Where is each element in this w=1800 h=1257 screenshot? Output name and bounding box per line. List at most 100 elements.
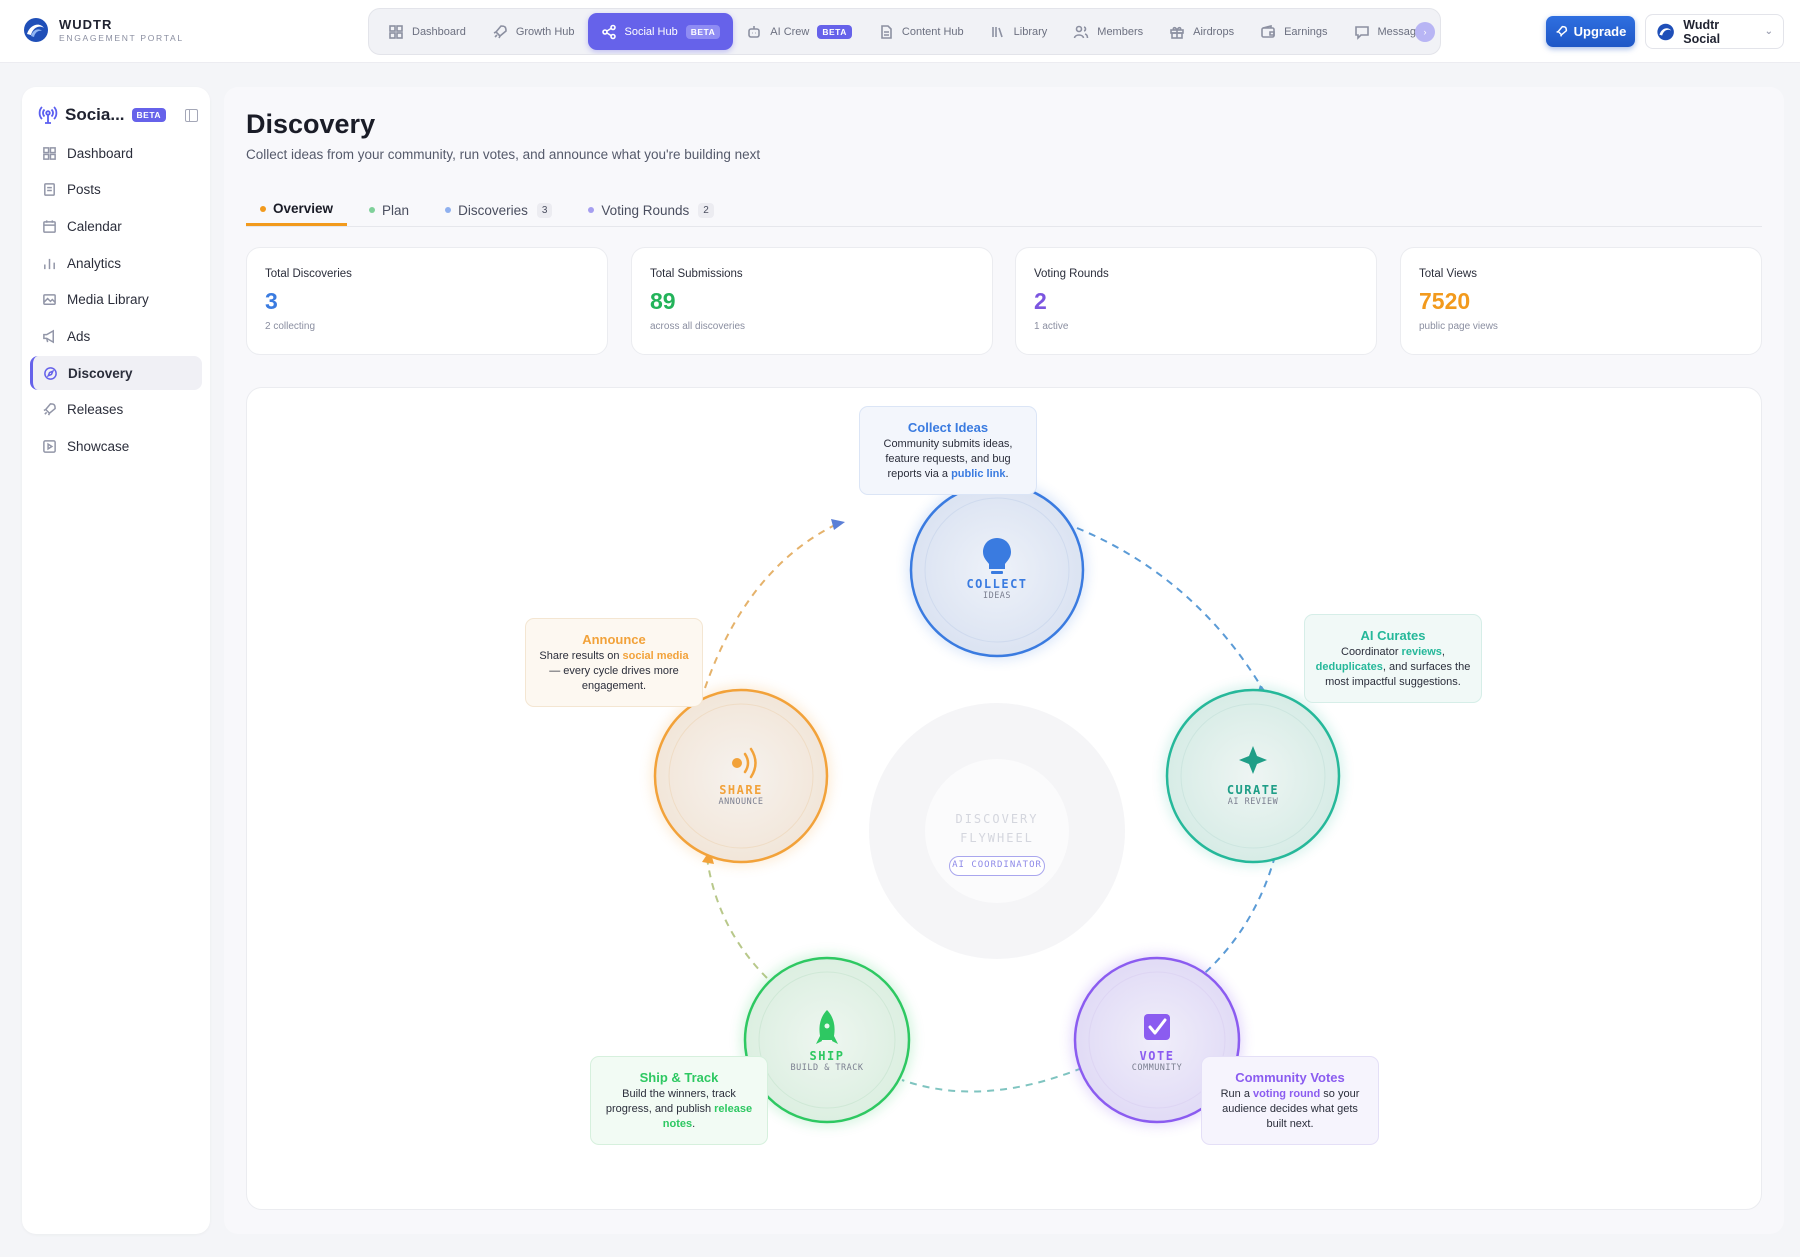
node-title: COLLECT bbox=[966, 577, 1028, 591]
stat-sub: across all discoveries bbox=[650, 321, 746, 332]
rocket-icon bbox=[43, 403, 56, 416]
sidebar-item-showcase[interactable]: Showcase bbox=[30, 430, 202, 464]
stat-value: 7520 bbox=[1419, 288, 1471, 314]
tab-dot bbox=[588, 207, 595, 213]
calendar-icon bbox=[43, 220, 56, 233]
tab-dot bbox=[369, 207, 376, 213]
sidebar-item-posts[interactable]: Posts bbox=[30, 173, 202, 207]
beta-badge: BETA bbox=[131, 108, 167, 122]
upgrade-label: Upgrade bbox=[1573, 24, 1627, 39]
card-announce: Announce Share results on social media —… bbox=[525, 618, 703, 707]
card-title: AI Curates bbox=[1360, 628, 1426, 643]
node-ship-label: SHIP BUILD & TRACK bbox=[767, 1049, 887, 1074]
node-share-label: SHARE ANNOUNCE bbox=[681, 783, 801, 808]
tab-bar: Overview Plan Discoveries 3 Voting Round… bbox=[246, 194, 1762, 227]
tab-label: Overview bbox=[273, 201, 334, 216]
megaphone-icon bbox=[43, 329, 54, 344]
discovery-flywheel: COLLECT IDEAS CURATE AI REVIEW VOTE COMM… bbox=[246, 387, 1762, 1210]
topnav-label: Growth Hub bbox=[515, 25, 575, 38]
topnav-earnings[interactable]: Earnings bbox=[1247, 13, 1340, 50]
arc-collect-to-curate bbox=[1076, 527, 1266, 694]
arc-ship-to-share bbox=[706, 857, 768, 979]
card-highlight: public link bbox=[951, 468, 1006, 480]
sidebar-item-calendar[interactable]: Calendar bbox=[30, 209, 202, 243]
card-ship-track: Ship & Track Build the winners, track pr… bbox=[590, 1056, 768, 1145]
top-bar: WUDTR ENGAGEMENT PORTAL Dashboard Growth… bbox=[0, 0, 1800, 63]
beta-badge: BETA bbox=[817, 24, 852, 39]
sidebar-item-ads[interactable]: Ads bbox=[30, 319, 202, 353]
chevron-down-icon: ⌄ bbox=[1764, 26, 1773, 37]
tab-plan[interactable]: Plan bbox=[355, 194, 423, 226]
play-icon bbox=[43, 440, 56, 453]
upgrade-button[interactable]: Upgrade bbox=[1546, 16, 1635, 47]
sidebar-item-label: Dashboard bbox=[67, 145, 134, 161]
topnav-members[interactable]: Members bbox=[1060, 13, 1156, 50]
collapse-sidebar-icon[interactable] bbox=[185, 108, 198, 122]
sidebar-item-analytics[interactable]: Analytics bbox=[30, 246, 202, 280]
beta-badge: BETA bbox=[685, 24, 721, 39]
sidebar-item-dashboard[interactable]: Dashboard bbox=[30, 136, 202, 170]
card-community-votes: Community Votes Run a voting round so yo… bbox=[1201, 1056, 1379, 1145]
brand[interactable]: WUDTR ENGAGEMENT PORTAL bbox=[22, 16, 184, 44]
broadcast-icon bbox=[38, 106, 58, 124]
topnav-label: Earnings bbox=[1284, 25, 1328, 38]
sidebar-item-label: Ads bbox=[67, 328, 91, 344]
chat-icon bbox=[1354, 25, 1369, 40]
topnav-content-hub[interactable]: Content Hub bbox=[865, 13, 977, 50]
topnav-airdrops[interactable]: Airdrops bbox=[1156, 13, 1247, 50]
card-highlight: voting round bbox=[1253, 1088, 1321, 1100]
node-vote-label: VOTE COMMUNITY bbox=[1097, 1049, 1217, 1074]
sidebar-item-releases[interactable]: Releases bbox=[30, 393, 202, 427]
center-title-line: DISCOVERY bbox=[955, 812, 1039, 826]
tab-overview[interactable]: Overview bbox=[246, 194, 348, 226]
card-title: Ship & Track bbox=[639, 1070, 719, 1085]
sidebar-nav: Dashboard Posts Calendar Analytics Media… bbox=[30, 136, 202, 466]
sidebar-title: Socia... bbox=[65, 105, 125, 124]
card-ai-curates: AI Curates Coordinator reviews, deduplic… bbox=[1304, 614, 1482, 703]
sidebar-item-label: Showcase bbox=[67, 439, 130, 454]
card-text: Run a bbox=[1220, 1088, 1254, 1100]
stat-card-total-discoveries: Total Discoveries 3 2 collecting bbox=[246, 247, 608, 355]
sidebar-item-media-library[interactable]: Media Library bbox=[30, 283, 202, 317]
topnav-label: Library bbox=[1013, 25, 1048, 38]
rocket-icon bbox=[493, 24, 507, 38]
users-icon bbox=[1073, 25, 1089, 38]
sidebar-item-label: Media Library bbox=[67, 292, 149, 308]
node-subtitle: AI REVIEW bbox=[1227, 796, 1279, 807]
tab-discoveries[interactable]: Discoveries 3 bbox=[431, 194, 566, 226]
tab-count: 3 bbox=[536, 202, 553, 218]
topnav-dashboard[interactable]: Dashboard bbox=[375, 13, 479, 50]
page-subtitle: Collect ideas from your community, run v… bbox=[246, 147, 761, 162]
topnav-label: AI Crew bbox=[770, 25, 810, 38]
node-title: SHARE bbox=[719, 783, 763, 797]
topnav-label: Airdrops bbox=[1193, 25, 1235, 38]
sidebar-item-label: Releases bbox=[67, 402, 124, 418]
rocket-icon bbox=[1555, 25, 1567, 37]
card-text: , bbox=[1441, 646, 1445, 658]
tab-dot bbox=[260, 205, 266, 212]
node-share bbox=[653, 688, 829, 864]
account-switcher[interactable]: Wudtr Social ⌄ bbox=[1645, 14, 1784, 49]
node-collect-label: COLLECT IDEAS bbox=[937, 577, 1057, 602]
stat-sub: 1 active bbox=[1034, 321, 1069, 332]
topnav-library[interactable]: Library bbox=[977, 13, 1061, 50]
wave-logo-icon bbox=[1657, 23, 1674, 40]
topnav-growth-hub[interactable]: Growth Hub bbox=[479, 13, 588, 50]
grid-icon bbox=[389, 24, 403, 39]
stat-label: Total Views bbox=[1419, 268, 1477, 280]
scroll-more-icon[interactable]: › bbox=[1415, 22, 1435, 42]
bar-chart-icon bbox=[44, 258, 55, 269]
topnav-ai-crew[interactable]: AI Crew BETA bbox=[733, 13, 865, 50]
stat-label: Voting Rounds bbox=[1034, 268, 1109, 280]
card-text: . bbox=[1005, 468, 1009, 480]
image-icon bbox=[43, 294, 56, 306]
node-subtitle: COMMUNITY bbox=[1131, 1062, 1183, 1073]
tab-voting-rounds[interactable]: Voting Rounds 2 bbox=[574, 194, 727, 226]
arc-share-to-collect bbox=[704, 523, 838, 689]
flywheel-center-title: DISCOVERY FLYWHEEL bbox=[897, 810, 1097, 848]
topnav-social-hub[interactable]: Social Hub BETA bbox=[587, 13, 734, 50]
wallet-icon bbox=[1261, 24, 1275, 38]
stat-card-total-views: Total Views 7520 public page views bbox=[1400, 247, 1762, 355]
sidebar-item-discovery[interactable]: Discovery bbox=[30, 356, 202, 391]
node-curate bbox=[1165, 688, 1341, 864]
